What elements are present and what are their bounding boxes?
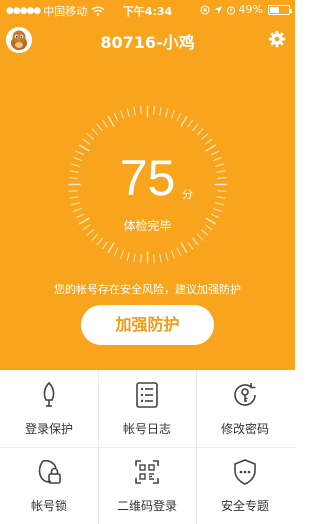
gauge-tick	[107, 242, 115, 254]
gauge-tick	[196, 233, 204, 241]
security-header-panel: ●●●●● 中国移动 下午4:34 49% 80716-小鸡 75 分 体检完毕…	[0, 0, 295, 370]
login-protection-item[interactable]: 登录保护	[0, 370, 98, 447]
status-right: 49%	[199, 3, 292, 16]
battery-icon	[268, 4, 292, 15]
gauge-tick	[86, 133, 95, 140]
gauge-tick	[180, 242, 188, 254]
risk-message: 您的帐号存在安全风险，建议加强防护	[54, 283, 241, 296]
gauge-tick	[107, 115, 115, 127]
gauge-tick	[91, 233, 99, 241]
gauge-tick	[170, 250, 175, 259]
gauge-tick	[96, 123, 103, 132]
gauge-tick	[113, 112, 119, 122]
gauge-tick	[165, 108, 169, 118]
gear-icon[interactable]	[268, 30, 286, 48]
gauge-tick	[213, 207, 222, 212]
umbrella-icon	[43, 381, 55, 407]
gauge-tick	[113, 247, 119, 257]
qrcode-icon	[135, 460, 159, 484]
security-topics-item[interactable]: 安全专题	[196, 447, 295, 524]
gauge-tick	[192, 123, 199, 132]
shield-dots-icon	[234, 459, 256, 485]
gauge-tick	[120, 250, 125, 259]
checkup-status: 体检完毕	[123, 219, 172, 233]
boost-protection-button[interactable]: 加强防护	[81, 305, 214, 345]
gauge-tick	[96, 237, 103, 246]
gauge-tick	[91, 128, 99, 136]
feature-label: 帐号日志	[122, 422, 171, 436]
change-password-item[interactable]: 修改密码	[196, 370, 295, 447]
gauge-tick	[176, 247, 182, 257]
gauge-tick	[126, 108, 130, 118]
gauge-tick	[159, 253, 162, 263]
gauge-tick	[82, 138, 91, 145]
page-title: 80716-小鸡	[100, 33, 195, 52]
gauge-tick	[204, 138, 213, 145]
security-score: 75	[119, 150, 176, 206]
feature-label: 登录保护	[24, 422, 73, 436]
account-lock-item[interactable]: 帐号锁	[0, 447, 98, 524]
gauge-tick	[187, 241, 194, 250]
gauge-tick	[159, 106, 162, 116]
gauge-tick	[176, 112, 182, 122]
feature-label: 帐号锁	[30, 499, 67, 513]
feature-label: 修改密码	[220, 422, 269, 436]
log-list-icon	[136, 382, 158, 408]
score-unit: 分	[182, 188, 193, 201]
gauge-tick	[192, 237, 199, 246]
key-refresh-icon	[234, 383, 256, 406]
qrcode-login-item[interactable]: 二维码登录	[98, 447, 196, 524]
gauge-tick	[101, 241, 108, 250]
gauge-tick	[101, 119, 108, 128]
gauge-tick	[153, 254, 155, 264]
gauge-tick	[120, 110, 125, 119]
account-lock-icon	[38, 459, 61, 484]
battery-fill	[270, 6, 279, 13]
gauge-tick	[196, 128, 204, 136]
gauge-tick	[140, 105, 142, 115]
status-bar: ●●●●● 中国移动 下午4:34 49%	[0, 0, 295, 20]
account-log-item[interactable]: 帐号日志	[98, 370, 196, 447]
gauge-tick	[187, 119, 194, 128]
gauge-tick	[133, 106, 136, 116]
gauge-tick	[170, 110, 175, 119]
battery-percent: 49%	[238, 3, 263, 16]
gauge-tick	[165, 251, 169, 261]
location-icon	[213, 5, 222, 14]
gauge-tick	[153, 105, 155, 115]
gauge-tick	[126, 251, 130, 261]
gauge-tick	[140, 254, 142, 264]
gauge-tick	[133, 253, 136, 263]
gauge-tick	[200, 133, 209, 140]
alarm-icon	[226, 5, 235, 15]
gauge-tick	[73, 207, 82, 212]
at-icon	[199, 4, 210, 15]
feature-label: 安全专题	[220, 499, 269, 513]
feature-label: 二维码登录	[116, 499, 177, 513]
grid-divider	[0, 447, 295, 448]
gauge-tick	[180, 115, 188, 127]
